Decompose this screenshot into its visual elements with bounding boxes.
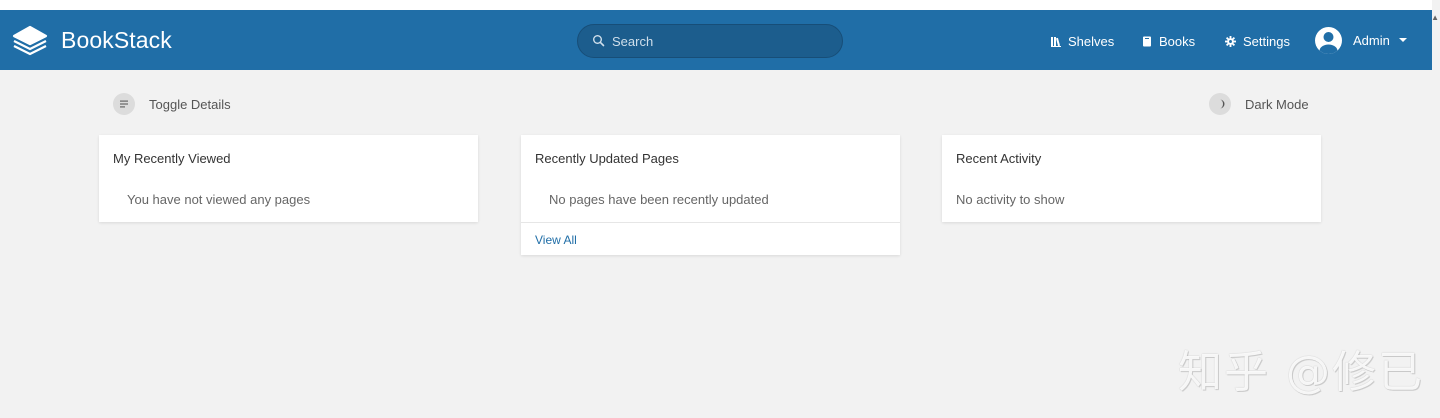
chevron-down-icon [1398,38,1407,42]
recently-viewed-title: My Recently Viewed [113,151,231,166]
recently-updated-card: Recently Updated Pages No pages have bee… [521,135,900,255]
dark-mode-icon [1209,93,1231,115]
nav-books-label: Books [1159,33,1196,49]
shelves-icon [1051,36,1061,47]
nav-shelves[interactable]: Shelves [1051,32,1114,50]
bookstack-logo-icon[interactable] [12,24,48,58]
search-box[interactable] [577,24,843,58]
nav-books[interactable]: Books [1142,32,1195,50]
watermark: 知乎 @修已 [1178,347,1424,398]
top-header: BookStack Shelves Books [0,10,1432,70]
dark-mode-label: Dark Mode [1245,96,1309,112]
recently-updated-empty: No pages have been recently updated [549,192,769,207]
recently-updated-footer: View All [521,222,900,255]
gear-icon [1225,35,1236,47]
user-menu[interactable]: Admin [1315,26,1407,54]
window-top-edge [0,0,1440,10]
recently-viewed-empty: You have not viewed any pages [127,192,311,207]
nav-settings[interactable]: Settings [1225,32,1290,50]
recent-activity-title: Recent Activity [956,151,1042,166]
scroll-up-icon[interactable]: ▲ [1431,14,1439,22]
toggle-details-button[interactable]: Toggle Details [113,93,231,115]
recently-viewed-card: My Recently Viewed You have not viewed a… [99,135,478,222]
books-icon [1143,36,1151,46]
user-name: Admin [1353,32,1390,48]
recent-activity-card: Recent Activity No activity to show [942,135,1321,222]
recently-updated-title: Recently Updated Pages [535,151,679,166]
dark-mode-button[interactable]: Dark Mode [1209,93,1309,115]
avatar-icon [1315,26,1342,54]
view-all-link[interactable]: View All [535,233,577,247]
recent-activity-empty: No activity to show [956,192,1065,207]
nav-shelves-label: Shelves [1068,33,1115,49]
search-icon [593,35,605,47]
nav-settings-label: Settings [1243,33,1290,49]
toggle-details-icon [113,93,135,115]
app-name[interactable]: BookStack [61,27,172,54]
page-scrollbar[interactable]: ▲ [1431,0,1440,418]
toggle-details-label: Toggle Details [149,96,231,112]
search-input[interactable] [612,25,832,57]
